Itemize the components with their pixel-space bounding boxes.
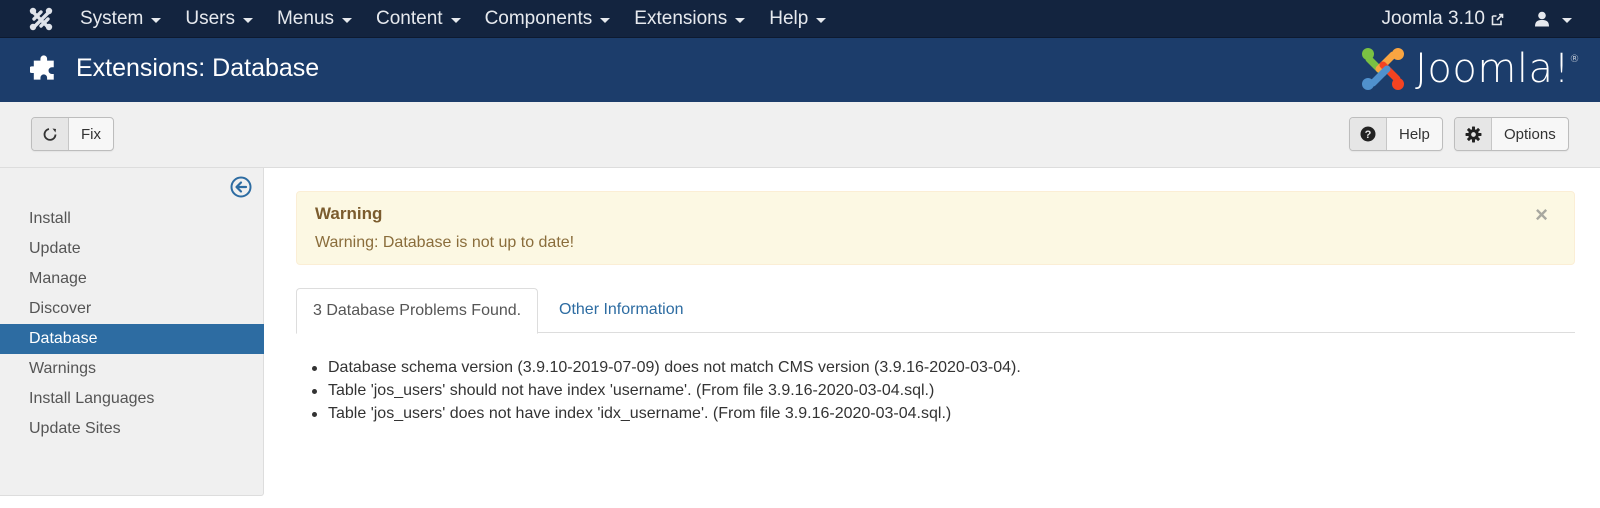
fix-button-label: Fix (81, 125, 101, 143)
caret-down-icon (735, 17, 746, 23)
joomla-logo-icon (1362, 48, 1405, 90)
warning-alert: Warning Warning: Database is not up to d… (296, 191, 1575, 265)
menu-content[interactable]: Content (364, 0, 473, 38)
menu-extensions[interactable]: Extensions (622, 0, 757, 38)
caret-down-icon (450, 17, 461, 23)
navbar-right: Joomla 3.10 (1381, 0, 1600, 38)
puzzle-piece-icon (30, 55, 54, 80)
logo-text: Joomla! (1415, 46, 1570, 92)
sidebar-item-install[interactable]: Install (0, 204, 264, 234)
menu-help[interactable]: Help (757, 0, 838, 38)
page-title: Extensions: Database (76, 54, 320, 82)
options-button[interactable]: Options (1454, 117, 1569, 151)
sidebar-nav: Install Update Manage Discover Database … (0, 204, 264, 444)
sidebar: Install Update Manage Discover Database … (0, 168, 264, 496)
menu-label: Extensions (634, 8, 728, 29)
site-link[interactable]: Joomla 3.10 (1381, 8, 1534, 30)
tab-other-information[interactable]: Other Information (543, 288, 700, 333)
registered-mark: ® (1569, 54, 1580, 65)
problems-list: Database schema version (3.9.10-2019-07-… (310, 356, 1021, 425)
alert-heading: Warning (315, 204, 383, 223)
menu-label: Components (484, 8, 593, 29)
sidebar-item-update[interactable]: Update (0, 234, 264, 264)
menu-label: Users (185, 8, 235, 29)
user-menu[interactable] (1534, 11, 1600, 27)
joomla-icon[interactable] (28, 6, 54, 32)
help-button[interactable]: ? Help (1349, 117, 1443, 151)
user-icon (1535, 11, 1549, 27)
site-link-label: Joomla 3.10 (1381, 8, 1485, 29)
caret-down-icon (1562, 17, 1572, 23)
caret-down-icon (600, 17, 611, 23)
caret-down-icon (816, 17, 827, 23)
main-menu: System Users Menus Content Components Ex… (68, 0, 838, 38)
joomla-logo: Joomla! ® (1359, 44, 1580, 94)
sidebar-item-manage[interactable]: Manage (0, 264, 264, 294)
menu-label: Menus (276, 8, 335, 29)
fix-button[interactable]: Fix (31, 117, 114, 151)
alert-message: Warning: Database is not up to date! (315, 234, 575, 251)
caret-down-icon (342, 17, 353, 23)
tab-bar: 3 Database Problems Found. Other Informa… (296, 288, 1575, 334)
refresh-icon (32, 118, 69, 150)
menu-system[interactable]: System (68, 0, 173, 38)
caret-down-icon (151, 17, 162, 23)
tab-database-problems[interactable]: 3 Database Problems Found. (296, 288, 539, 334)
options-button-label: Options (1504, 125, 1556, 143)
help-button-label: Help (1399, 125, 1430, 143)
sidebar-item-update-sites[interactable]: Update Sites (0, 414, 264, 444)
svg-text:?: ? (1365, 129, 1372, 141)
list-item: Table 'jos_users' should not have index … (310, 379, 1021, 402)
page-header: Extensions: Database Joomla! ® (0, 38, 1600, 102)
caret-down-icon (242, 17, 253, 23)
menu-users[interactable]: Users (173, 0, 265, 38)
sidebar-item-database[interactable]: Database (0, 324, 264, 354)
question-circle-icon: ? (1350, 118, 1387, 150)
menu-label: Help (769, 8, 809, 29)
gear-icon (1455, 118, 1492, 150)
menu-label: Content (376, 8, 443, 29)
arrow-left-circle-icon[interactable] (230, 176, 252, 198)
close-icon[interactable]: × (1535, 202, 1548, 228)
menu-menus[interactable]: Menus (265, 0, 364, 38)
menu-components[interactable]: Components (473, 0, 623, 38)
list-item: Database schema version (3.9.10-2019-07-… (310, 356, 1021, 379)
external-link-icon (1491, 13, 1504, 25)
top-navbar: System Users Menus Content Components Ex… (0, 0, 1600, 38)
sidebar-item-discover[interactable]: Discover (0, 294, 264, 324)
list-item: Table 'jos_users' does not have index 'i… (310, 402, 1021, 425)
toolbar: Fix ? Help Options (0, 102, 1600, 168)
sidebar-item-warnings[interactable]: Warnings (0, 354, 264, 384)
logo-wordmark: Joomla! ® (1415, 46, 1579, 92)
sidebar-item-install-languages[interactable]: Install Languages (0, 384, 264, 414)
menu-label: System (80, 8, 144, 29)
